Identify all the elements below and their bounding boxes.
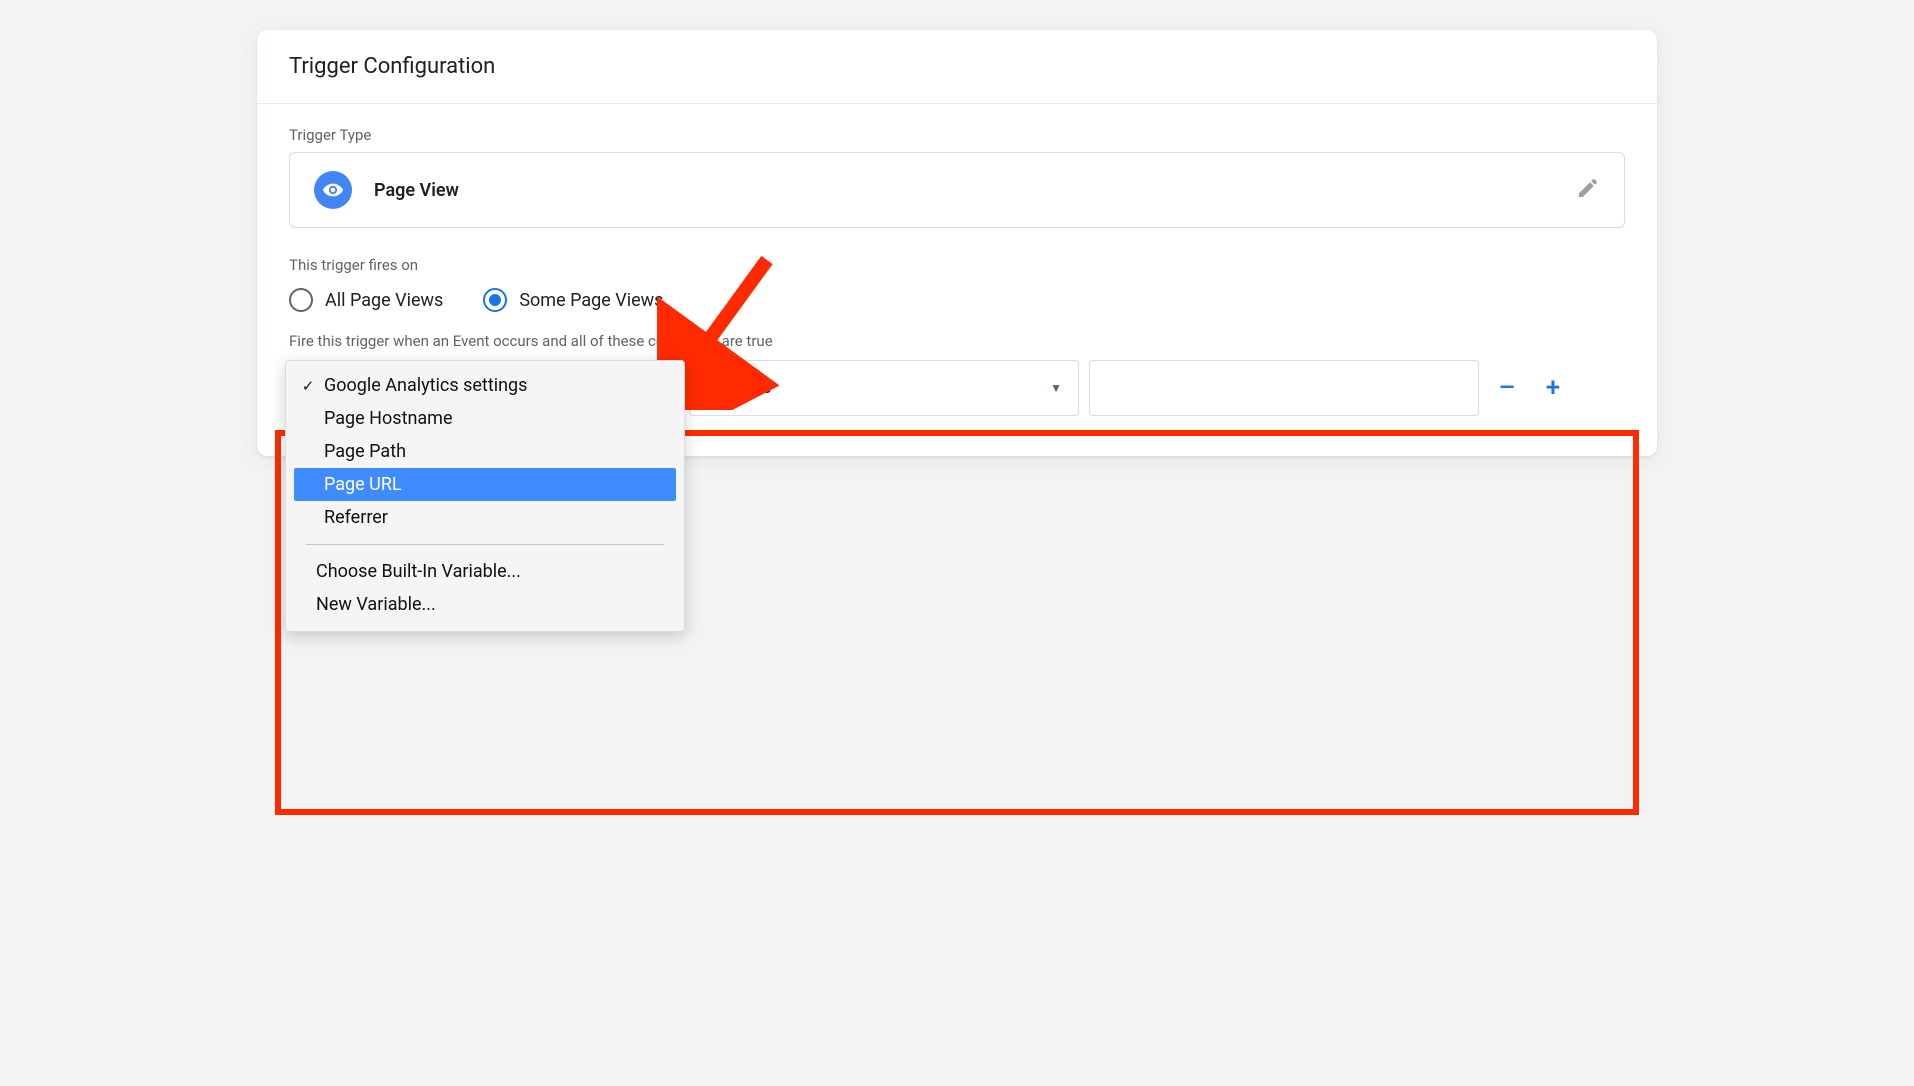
fires-on-label: This trigger fires on [289,256,1625,274]
trigger-type-name: Page View [374,180,459,201]
variable-dropdown[interactable]: ✓ Google Analytics settings Page Hostnam… [285,360,685,632]
conditions-label: Fire this trigger when an Event occurs a… [289,332,1625,350]
radio-all-page-views[interactable]: All Page Views [289,288,443,312]
dropdown-item-page-path[interactable]: Page Path [286,435,684,468]
radio-icon [289,288,313,312]
operator-select[interactable]: contains ▼ [689,360,1079,416]
condition-row: Google Analytics settings ▼ ✓ Google Ana… [289,360,1625,416]
card-title: Trigger Configuration [289,54,1625,79]
dropdown-item-ga-settings[interactable]: ✓ Google Analytics settings [286,369,684,402]
card-body: Trigger Type Page View This trigger fire… [257,104,1657,456]
remove-condition-button[interactable]: – [1489,373,1525,403]
trigger-config-card: Trigger Configuration Trigger Type Page … [257,30,1657,456]
condition-value-input[interactable] [1089,360,1479,416]
operator-select-value: contains [706,378,771,398]
trigger-type-label: Trigger Type [289,126,1625,144]
chevron-down-icon: ▼ [1050,381,1062,395]
radio-icon [483,288,507,312]
check-icon: ✓ [300,377,316,395]
edit-trigger-type-button[interactable] [1576,176,1600,204]
fires-on-radio-group: All Page Views Some Page Views [289,288,1625,312]
dropdown-item-page-url[interactable]: Page URL [294,468,676,501]
dropdown-choose-builtin[interactable]: Choose Built-In Variable... [286,555,684,588]
dropdown-divider [306,544,664,545]
card-header: Trigger Configuration [257,30,1657,104]
conditions-area: Fire this trigger when an Event occurs a… [289,332,1625,416]
radio-label: All Page Views [325,290,443,311]
dropdown-item-page-hostname[interactable]: Page Hostname [286,402,684,435]
trigger-type-box[interactable]: Page View [289,152,1625,228]
dropdown-item-referrer[interactable]: Referrer [286,501,684,534]
add-condition-button[interactable]: + [1535,373,1571,403]
eye-icon [314,171,352,209]
radio-some-page-views[interactable]: Some Page Views [483,288,663,312]
dropdown-new-variable[interactable]: New Variable... [286,588,684,621]
radio-label: Some Page Views [519,290,663,311]
